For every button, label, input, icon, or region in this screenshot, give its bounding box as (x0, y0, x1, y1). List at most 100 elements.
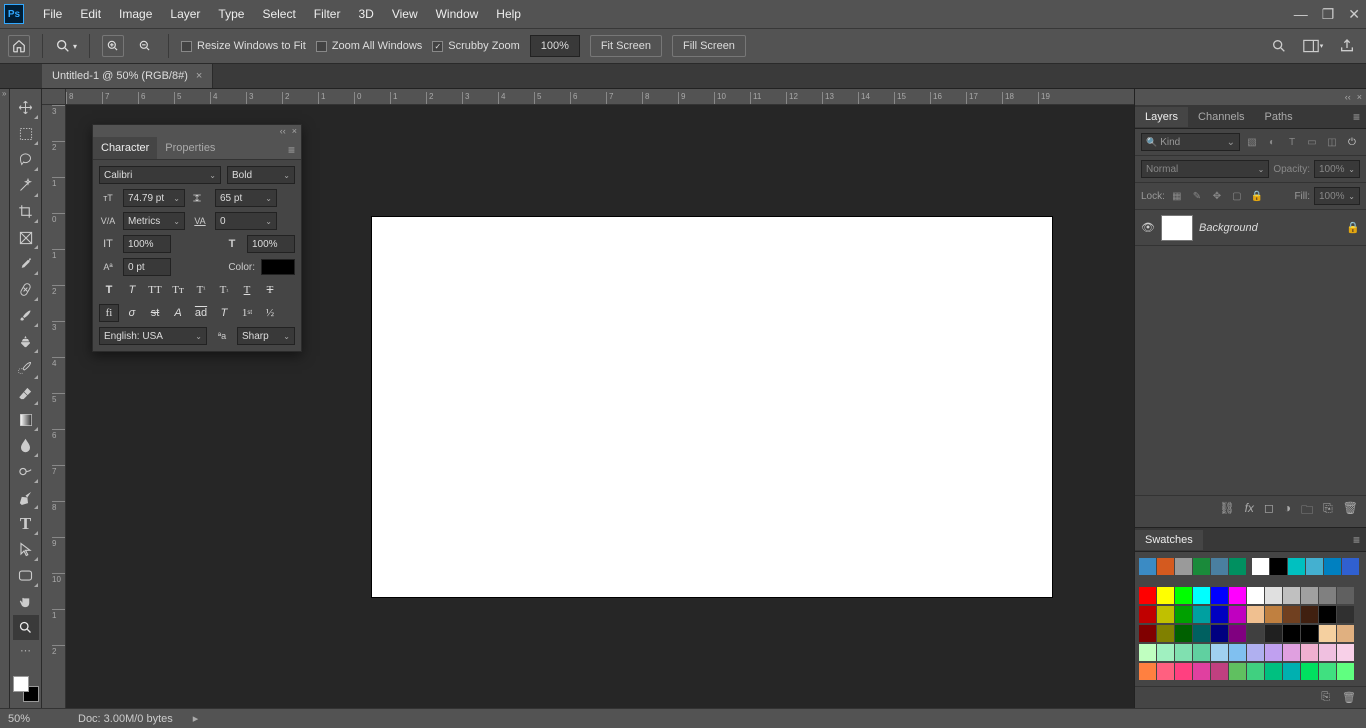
swatch[interactable] (1193, 644, 1210, 661)
filter-shape-icon[interactable]: ▭ (1304, 134, 1320, 150)
crop-tool[interactable] (13, 199, 39, 224)
swatch[interactable] (1265, 606, 1282, 623)
filter-adjustment-icon[interactable]: ◐ (1264, 134, 1280, 150)
swash-button[interactable]: A (168, 304, 188, 322)
pen-tool[interactable] (13, 485, 39, 510)
status-flyout-icon[interactable]: ▸ (193, 712, 199, 725)
swatch[interactable] (1139, 606, 1156, 623)
swatch[interactable] (1229, 606, 1246, 623)
visibility-icon[interactable]: 👁 (1141, 221, 1155, 234)
ligatures-button[interactable]: fi (99, 304, 119, 322)
new-layer-icon[interactable]: ⎘ (1323, 501, 1333, 522)
swatches-panel-menu-icon[interactable]: ≡ (1353, 533, 1360, 547)
swatch[interactable] (1337, 663, 1354, 680)
properties-tab[interactable]: Properties (157, 137, 223, 159)
contextual-alt-button[interactable]: σ (122, 304, 142, 322)
blur-tool[interactable] (13, 433, 39, 458)
ordinals-button[interactable]: 1st (237, 304, 257, 322)
vertical-scale-field[interactable]: 100% (123, 235, 171, 253)
faux-italic-button[interactable]: T (122, 281, 142, 299)
home-icon[interactable] (8, 35, 30, 57)
discretionary-lig-button[interactable]: st (145, 304, 165, 322)
paths-tab[interactable]: Paths (1255, 107, 1303, 127)
fit-screen-button[interactable]: Fit Screen (590, 35, 662, 57)
swatch[interactable] (1283, 606, 1300, 623)
swatch[interactable] (1337, 606, 1354, 623)
swatch[interactable] (1175, 644, 1192, 661)
stylistic-alt-button[interactable]: ad (191, 304, 211, 322)
menu-file[interactable]: File (34, 3, 71, 25)
swatch[interactable] (1229, 644, 1246, 661)
eyedropper-tool[interactable] (13, 251, 39, 276)
brush-tool[interactable] (13, 303, 39, 328)
swatch[interactable] (1193, 625, 1210, 642)
tracking-field[interactable]: 0⌄ (215, 212, 277, 230)
fill-opacity-field[interactable]: 100%⌄ (1314, 187, 1360, 205)
kerning-field[interactable]: Metrics⌄ (123, 212, 185, 230)
foreground-color[interactable] (13, 676, 29, 692)
swatch[interactable] (1193, 587, 1210, 604)
type-tool[interactable]: T (13, 511, 39, 536)
menu-help[interactable]: Help (487, 3, 530, 25)
menu-layer[interactable]: Layer (161, 3, 209, 25)
font-style-select[interactable]: Bold⌄ (227, 166, 295, 184)
panel-collapse-gutter[interactable] (0, 89, 10, 708)
zoom-in-icon[interactable] (102, 35, 124, 57)
dock-collapse-icon[interactable]: ‹‹ (1345, 92, 1351, 102)
layers-tab[interactable]: Layers (1135, 107, 1188, 127)
layer-mask-icon[interactable]: ◻ (1264, 501, 1274, 522)
swatch[interactable] (1265, 587, 1282, 604)
magic-wand-tool[interactable] (13, 173, 39, 198)
swatch[interactable] (1157, 558, 1174, 575)
swatch[interactable] (1229, 587, 1246, 604)
zoom-all-checkbox[interactable]: Zoom All Windows (316, 40, 422, 52)
swatch[interactable] (1175, 625, 1192, 642)
swatch[interactable] (1157, 587, 1174, 604)
menu-select[interactable]: Select (253, 3, 304, 25)
swatch[interactable] (1319, 625, 1336, 642)
swatch[interactable] (1265, 625, 1282, 642)
swatch[interactable] (1283, 663, 1300, 680)
swatch[interactable] (1211, 606, 1228, 623)
gradient-tool[interactable] (13, 407, 39, 432)
filter-smart-icon[interactable]: ◫ (1324, 134, 1340, 150)
opacity-field[interactable]: 100%⌄ (1314, 160, 1360, 178)
swatch[interactable] (1319, 587, 1336, 604)
swatch[interactable] (1157, 606, 1174, 623)
zoom-out-icon[interactable] (134, 35, 156, 57)
zoom-level-field[interactable]: 100% (530, 35, 580, 57)
swatch[interactable] (1139, 558, 1156, 575)
healing-brush-tool[interactable] (13, 277, 39, 302)
swatch[interactable] (1337, 644, 1354, 661)
document-tab[interactable]: Untitled-1 @ 50% (RGB/8#) × (42, 63, 213, 88)
panel-collapse-icon[interactable]: ‹‹ (280, 126, 286, 136)
path-selection-tool[interactable] (13, 537, 39, 562)
resize-windows-checkbox[interactable]: Resize Windows to Fit (181, 40, 306, 52)
swatch[interactable] (1193, 606, 1210, 623)
zoom-tool[interactable] (13, 615, 39, 640)
channels-tab[interactable]: Channels (1188, 107, 1254, 127)
leading-field[interactable]: 65 pt⌄ (215, 189, 277, 207)
layer-thumbnail[interactable] (1161, 215, 1193, 241)
status-doc-info[interactable]: Doc: 3.00M/0 bytes (78, 713, 173, 725)
workspace-icon[interactable]: ▾ (1302, 35, 1324, 57)
minimize-icon[interactable]: — (1294, 6, 1308, 22)
swatch[interactable] (1319, 663, 1336, 680)
layer-name[interactable]: Background (1199, 222, 1340, 234)
new-swatch-icon[interactable]: ⎘ (1321, 691, 1330, 704)
all-caps-button[interactable]: TT (145, 281, 165, 299)
menu-type[interactable]: Type (209, 3, 253, 25)
menu-3d[interactable]: 3D (349, 3, 382, 25)
fractions-button[interactable]: ½ (260, 304, 280, 322)
swatch[interactable] (1139, 663, 1156, 680)
swatch[interactable] (1211, 663, 1228, 680)
rectangle-tool[interactable] (13, 563, 39, 588)
swatch[interactable] (1337, 625, 1354, 642)
swatch[interactable] (1265, 644, 1282, 661)
menu-image[interactable]: Image (110, 3, 161, 25)
vertical-ruler[interactable]: 32101234567891012 (42, 105, 66, 708)
tool-preset-icon[interactable]: ▾ (55, 35, 77, 57)
swatch[interactable] (1283, 587, 1300, 604)
filter-toggle-icon[interactable]: ⏻ (1344, 134, 1360, 150)
swatch[interactable] (1175, 558, 1192, 575)
